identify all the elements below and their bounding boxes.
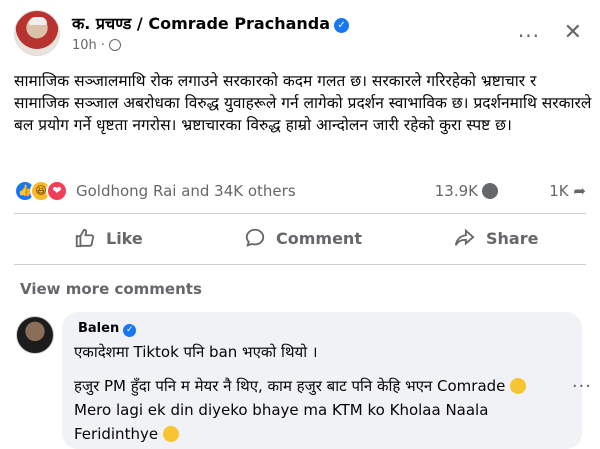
verified-badge-icon: ✓ — [123, 324, 137, 337]
author-name-line: क. प्रचण्ड / Comrade Prachanda ✓ — [72, 12, 350, 34]
smile-emoji-icon — [510, 378, 527, 394]
commenter-name-line: Balen ✓ — [78, 321, 137, 337]
globe-icon — [109, 39, 122, 51]
love-reaction-icon: ❤ — [46, 180, 68, 202]
post-text: सामाजिक सञ्जालमाथि रोक लगाउने सरकारको कद… — [14, 72, 592, 134]
comment-icon — [245, 228, 265, 247]
comment-bubble: Balen ✓ एकादेशमा Tiktok पनि ban भएको थियो… — [62, 312, 591, 449]
comment-text-line1: एकादेशमा Tiktok पनि ban भएको थियो । — [74, 343, 318, 361]
post-meta: 10h · — [72, 38, 122, 53]
comment-text-line2: हजुर PM हुँदा पनि म मेयर नै थिए, काम हजु… — [74, 374, 554, 446]
share-label: Share — [486, 228, 539, 248]
view-more-comments-link[interactable]: View more comments — [20, 280, 202, 298]
author-name[interactable]: क. प्रचण्ड / Comrade Prachanda — [72, 14, 330, 33]
thumbs-up-icon — [75, 228, 95, 248]
post-header: क. प्रचण्ड / Comrade Prachanda ✓ 10h · ··… — [14, 10, 586, 62]
smile-emoji-icon — [162, 426, 179, 442]
shares-count-value: 1K — [549, 182, 569, 200]
verified-badge-icon: ✓ — [334, 18, 350, 33]
comment-count-icon — [482, 183, 498, 199]
comment-options-icon[interactable]: ··· — [572, 376, 592, 397]
comments-count[interactable]: 13.9K — [435, 182, 498, 200]
share-button[interactable]: Share — [452, 218, 538, 258]
share-count-icon: ➦ — [573, 182, 586, 200]
post-time[interactable]: 10h · — [72, 38, 105, 53]
comment-text-part-a: हजुर PM हुँदा पनि म मेयर नै थिए, काम हजु… — [74, 377, 506, 395]
shares-count[interactable]: 1K ➦ — [549, 182, 586, 200]
share-icon — [454, 228, 475, 246]
reactions-bar: 👍 😆 ❤ Goldhong Rai and 34K others 13.9K … — [14, 180, 586, 204]
author-avatar[interactable] — [14, 10, 60, 56]
comment-text-part-b: Mero lagi ek din diyeko bhaye ma KTM ko … — [74, 401, 489, 443]
commenter-avatar[interactable] — [16, 316, 54, 354]
like-button[interactable]: Like — [74, 218, 143, 258]
commenter-name[interactable]: Balen — [78, 321, 119, 336]
comment-button[interactable]: Comment — [244, 218, 362, 258]
like-label: Like — [106, 228, 143, 248]
comments-count-value: 13.9K — [434, 182, 478, 200]
comment-label: Comment — [276, 228, 362, 248]
action-bar: Like Comment Share — [14, 218, 586, 258]
reaction-names[interactable]: Goldhong Rai and 34K others — [76, 182, 296, 200]
divider — [14, 213, 586, 214]
close-icon[interactable]: ✕ — [564, 20, 582, 45]
ellipsis-icon[interactable]: ··· — [518, 24, 540, 48]
divider — [14, 264, 586, 265]
